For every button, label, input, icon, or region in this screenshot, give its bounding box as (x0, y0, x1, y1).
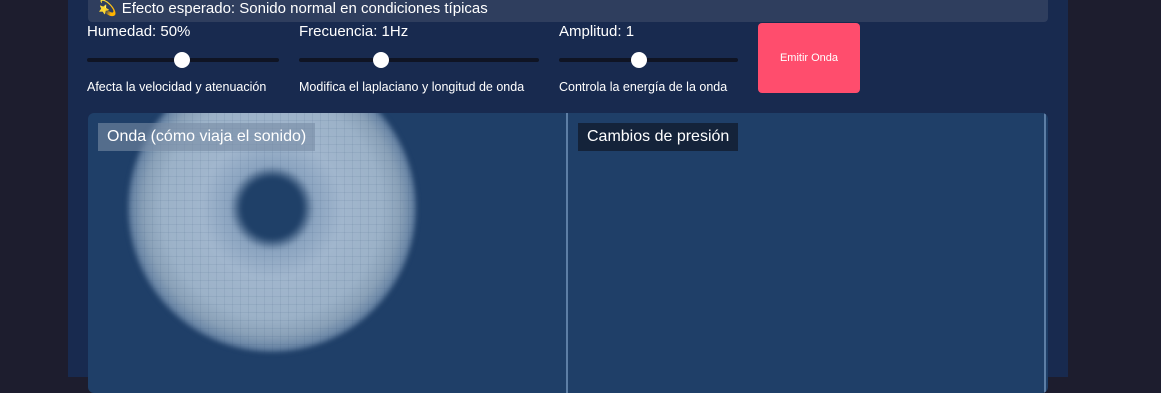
humidity-hint: Afecta la velocidad y atenuación (87, 80, 267, 94)
emit-wave-button[interactable]: Emitir Onda (758, 23, 860, 93)
humidity-slider[interactable] (87, 52, 279, 68)
humidity-control: Humedad: 50% Afecta la velocidad y atenu… (87, 22, 279, 94)
wave-grid-overlay (88, 113, 566, 393)
frequency-slider-thumb[interactable] (373, 52, 389, 68)
frequency-slider[interactable] (299, 52, 539, 68)
amplitude-label: Amplitud: 1 (559, 23, 635, 40)
frequency-label: Frecuencia: 1Hz (299, 23, 409, 40)
humidity-label: Humedad: 50% (87, 23, 191, 40)
amplitude-slider[interactable] (559, 52, 738, 68)
panel-right-border (1044, 113, 1046, 393)
amplitude-control: Amplitud: 1 Controla la energía de la on… (559, 22, 738, 94)
pressure-panel-label: Cambios de presión (578, 123, 739, 151)
humidity-slider-thumb[interactable] (174, 52, 190, 68)
pressure-panel: Cambios de presión (568, 113, 1046, 393)
expected-effect-banner: 💫 Efecto esperado: Sonido normal en condi… (88, 0, 1048, 22)
expected-effect-text: Efecto esperado: Sonido normal en condic… (121, 0, 488, 17)
wave-panel-label: Onda (cómo viaja el sonido) (98, 123, 316, 151)
wave-panel: Onda (cómo viaja el sonido) (88, 113, 566, 393)
visualization-panels: Onda (cómo viaja el sonido) Cambios de p… (88, 113, 1048, 393)
amplitude-hint: Controla la energía de la onda (559, 80, 728, 94)
sparkle-icon: 💫 (98, 0, 117, 17)
app-container: 💫 Efecto esperado: Sonido normal en condi… (68, 0, 1068, 393)
amplitude-slider-thumb[interactable] (631, 52, 647, 68)
frequency-hint: Modifica el laplaciano y longitud de ond… (299, 80, 525, 94)
frequency-control: Frecuencia: 1Hz Modifica el laplaciano y… (299, 22, 539, 94)
